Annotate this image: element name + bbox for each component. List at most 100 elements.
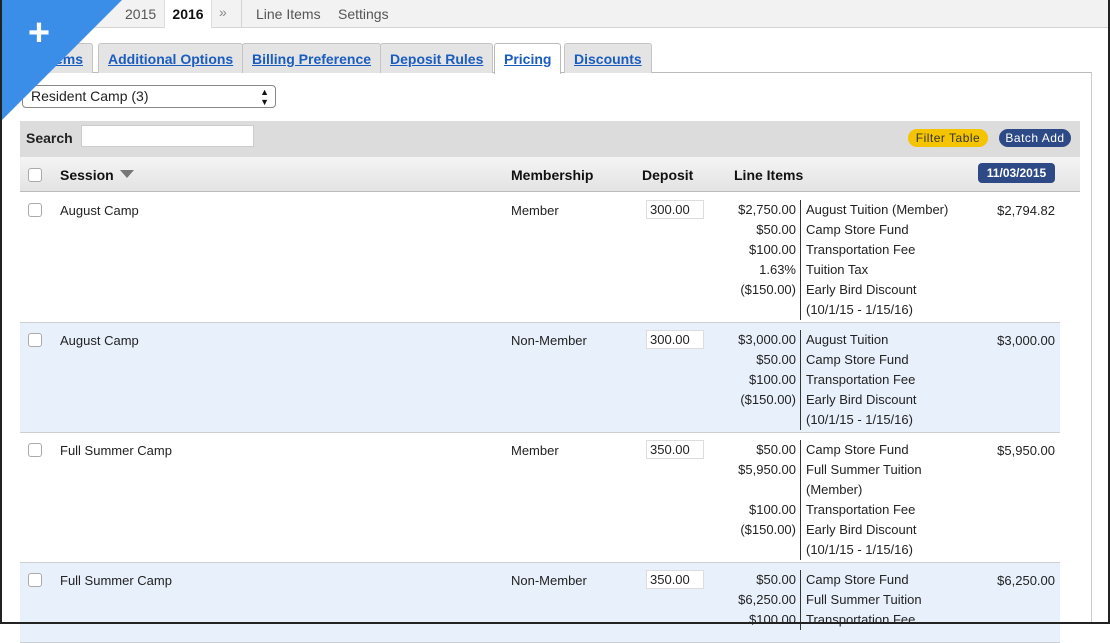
deposit-input[interactable]: 350.00 bbox=[646, 570, 704, 589]
line-item-name: Transportation Fee bbox=[806, 502, 916, 517]
line-item-amount: $2,750.00 bbox=[738, 202, 796, 217]
line-item-amount bbox=[726, 480, 796, 500]
year-2015-link[interactable]: 2015 bbox=[125, 6, 156, 22]
line-item-name: (10/1/15 - 1/15/16) bbox=[806, 302, 913, 317]
more-years-icon[interactable]: » bbox=[219, 4, 227, 20]
line-item-name: Camp Store Fund bbox=[806, 352, 909, 367]
add-corner-badge[interactable] bbox=[0, 0, 122, 122]
line-item-name: (Member) bbox=[806, 482, 863, 497]
date-badge[interactable]: 11/03/2015 bbox=[978, 163, 1055, 183]
line-item-amounts: $2,750.00 $50.00 $100.00 1.63% ($150.00) bbox=[726, 200, 796, 320]
line-item-name: Early Bird Discount bbox=[806, 392, 917, 407]
line-item-amount: ($150.00) bbox=[740, 282, 796, 297]
line-item-amount: $50.00 bbox=[756, 222, 796, 237]
deposit-input[interactable]: 300.00 bbox=[646, 200, 704, 219]
line-item-amount: $100.00 bbox=[749, 502, 796, 517]
line-item-amounts: $50.00 $5,950.00 $100.00 ($150.00) bbox=[726, 440, 796, 560]
search-input[interactable] bbox=[81, 125, 254, 147]
line-item-amount: $100.00 bbox=[749, 612, 796, 627]
settings-link[interactable]: Settings bbox=[338, 6, 389, 22]
line-items-link[interactable]: Line Items bbox=[256, 6, 321, 22]
table-row[interactable]: August Camp Non-Member 300.00 $3,000.00 $50.… bbox=[20, 323, 1060, 433]
table-row[interactable]: August Camp Member 300.00 $2,750.00 $50.00 $1… bbox=[20, 193, 1060, 323]
row-checkbox[interactable] bbox=[28, 203, 42, 217]
line-item-amount: $50.00 bbox=[756, 572, 796, 587]
table-row[interactable]: Full Summer Camp Member 350.00 $50.00 $5,950… bbox=[20, 433, 1060, 563]
line-item-amounts: $3,000.00 $50.00 $100.00 ($150.00) bbox=[726, 330, 796, 430]
select-all-checkbox[interactable] bbox=[28, 168, 42, 182]
sort-down-icon[interactable] bbox=[119, 170, 134, 178]
line-item-name: Camp Store Fund bbox=[806, 442, 909, 457]
line-item-amount: $6,250.00 bbox=[738, 592, 796, 607]
deposit-input[interactable]: 350.00 bbox=[646, 440, 704, 459]
tab-billing-preference[interactable]: Billing Preference bbox=[242, 43, 382, 73]
line-item-amount bbox=[726, 410, 796, 430]
row-total: $6,250.00 bbox=[997, 573, 1055, 588]
tab-pricing[interactable]: Pricing bbox=[494, 43, 562, 74]
line-item-amount: $100.00 bbox=[749, 242, 796, 257]
line-item-amount: $100.00 bbox=[749, 372, 796, 387]
nav-divider bbox=[241, 0, 242, 28]
line-item-names: Camp Store Fund Full Summer Tuition Transp… bbox=[800, 570, 922, 630]
tab-discounts[interactable]: Discounts bbox=[564, 43, 652, 73]
line-item-name: August Tuition bbox=[806, 332, 889, 347]
deposit-input[interactable]: 300.00 bbox=[646, 330, 704, 349]
line-item-names: August Tuition (Member) Camp Store Fund Tr… bbox=[800, 200, 948, 320]
filter-table-button[interactable]: Filter Table bbox=[908, 129, 988, 147]
tab-deposit-rules[interactable]: Deposit Rules bbox=[380, 43, 494, 73]
row-checkbox[interactable] bbox=[28, 333, 42, 347]
membership-column-header: Membership bbox=[511, 167, 594, 183]
year-nav-bar: 2015 2016 » Line Items Settings bbox=[0, 0, 1110, 28]
line-items-column-header: Line Items bbox=[734, 167, 804, 183]
row-checkbox[interactable] bbox=[28, 443, 42, 457]
deposit-column-header: Deposit bbox=[642, 167, 694, 183]
line-item-amount: 1.63% bbox=[759, 262, 796, 277]
panel-right-border bbox=[1091, 72, 1092, 624]
table-row[interactable]: Full Summer Camp Non-Member 350.00 $50.00 $6… bbox=[20, 563, 1060, 643]
table-header: Session Membership Deposit Line Items 11… bbox=[20, 157, 1080, 192]
line-item-amounts: $50.00 $6,250.00 $100.00 bbox=[726, 570, 796, 630]
line-item-names: August Tuition Camp Store Fund Transportat… bbox=[800, 330, 917, 430]
line-item-amount: ($150.00) bbox=[740, 392, 796, 407]
line-item-amount: $3,000.00 bbox=[738, 332, 796, 347]
batch-add-button[interactable]: Batch Add bbox=[999, 129, 1071, 147]
session-name: August Camp bbox=[60, 333, 139, 348]
line-item-amount: $50.00 bbox=[756, 352, 796, 367]
line-item-name: Tuition Tax bbox=[806, 262, 869, 277]
line-item-amount: ($150.00) bbox=[740, 522, 796, 537]
row-checkbox[interactable] bbox=[28, 573, 42, 587]
line-item-name: Transportation Fee bbox=[806, 612, 916, 627]
line-item-name: Early Bird Discount bbox=[806, 522, 917, 537]
line-item-name: (10/1/15 - 1/15/16) bbox=[806, 412, 913, 427]
session-column-header[interactable]: Session bbox=[60, 167, 134, 183]
session-name: Full Summer Camp bbox=[60, 443, 172, 458]
membership-type: Non-Member bbox=[511, 573, 587, 588]
line-item-name: Early Bird Discount bbox=[806, 282, 917, 297]
session-name: Full Summer Camp bbox=[60, 573, 172, 588]
select-arrows-icon: ▲ ▼ bbox=[260, 87, 269, 107]
line-item-amount: $50.00 bbox=[756, 442, 796, 457]
session-header-label: Session bbox=[60, 167, 114, 183]
row-total: $2,794.82 bbox=[997, 203, 1055, 218]
line-item-amount bbox=[726, 300, 796, 320]
line-item-name: Transportation Fee bbox=[806, 242, 916, 257]
membership-type: Member bbox=[511, 203, 559, 218]
line-item-amount: $5,950.00 bbox=[738, 462, 796, 477]
row-total: $5,950.00 bbox=[997, 443, 1055, 458]
membership-type: Non-Member bbox=[511, 333, 587, 348]
search-label: Search bbox=[26, 130, 73, 146]
line-item-amount bbox=[726, 540, 796, 560]
year-2016-tab[interactable]: 2016 bbox=[164, 0, 212, 28]
line-item-name: Camp Store Fund bbox=[806, 222, 909, 237]
plus-icon[interactable]: + bbox=[22, 14, 56, 52]
line-item-name: (10/1/15 - 1/15/16) bbox=[806, 542, 913, 557]
line-item-name: Full Summer Tuition bbox=[806, 462, 922, 477]
session-name: August Camp bbox=[60, 203, 139, 218]
row-total: $3,000.00 bbox=[997, 333, 1055, 348]
line-item-names: Camp Store Fund Full Summer Tuition (Membe… bbox=[800, 440, 922, 560]
line-item-name: Camp Store Fund bbox=[806, 572, 909, 587]
line-item-name: Transportation Fee bbox=[806, 372, 916, 387]
search-bar: Search Filter Table Batch Add bbox=[20, 121, 1080, 157]
membership-type: Member bbox=[511, 443, 559, 458]
line-item-name: August Tuition (Member) bbox=[806, 202, 949, 217]
